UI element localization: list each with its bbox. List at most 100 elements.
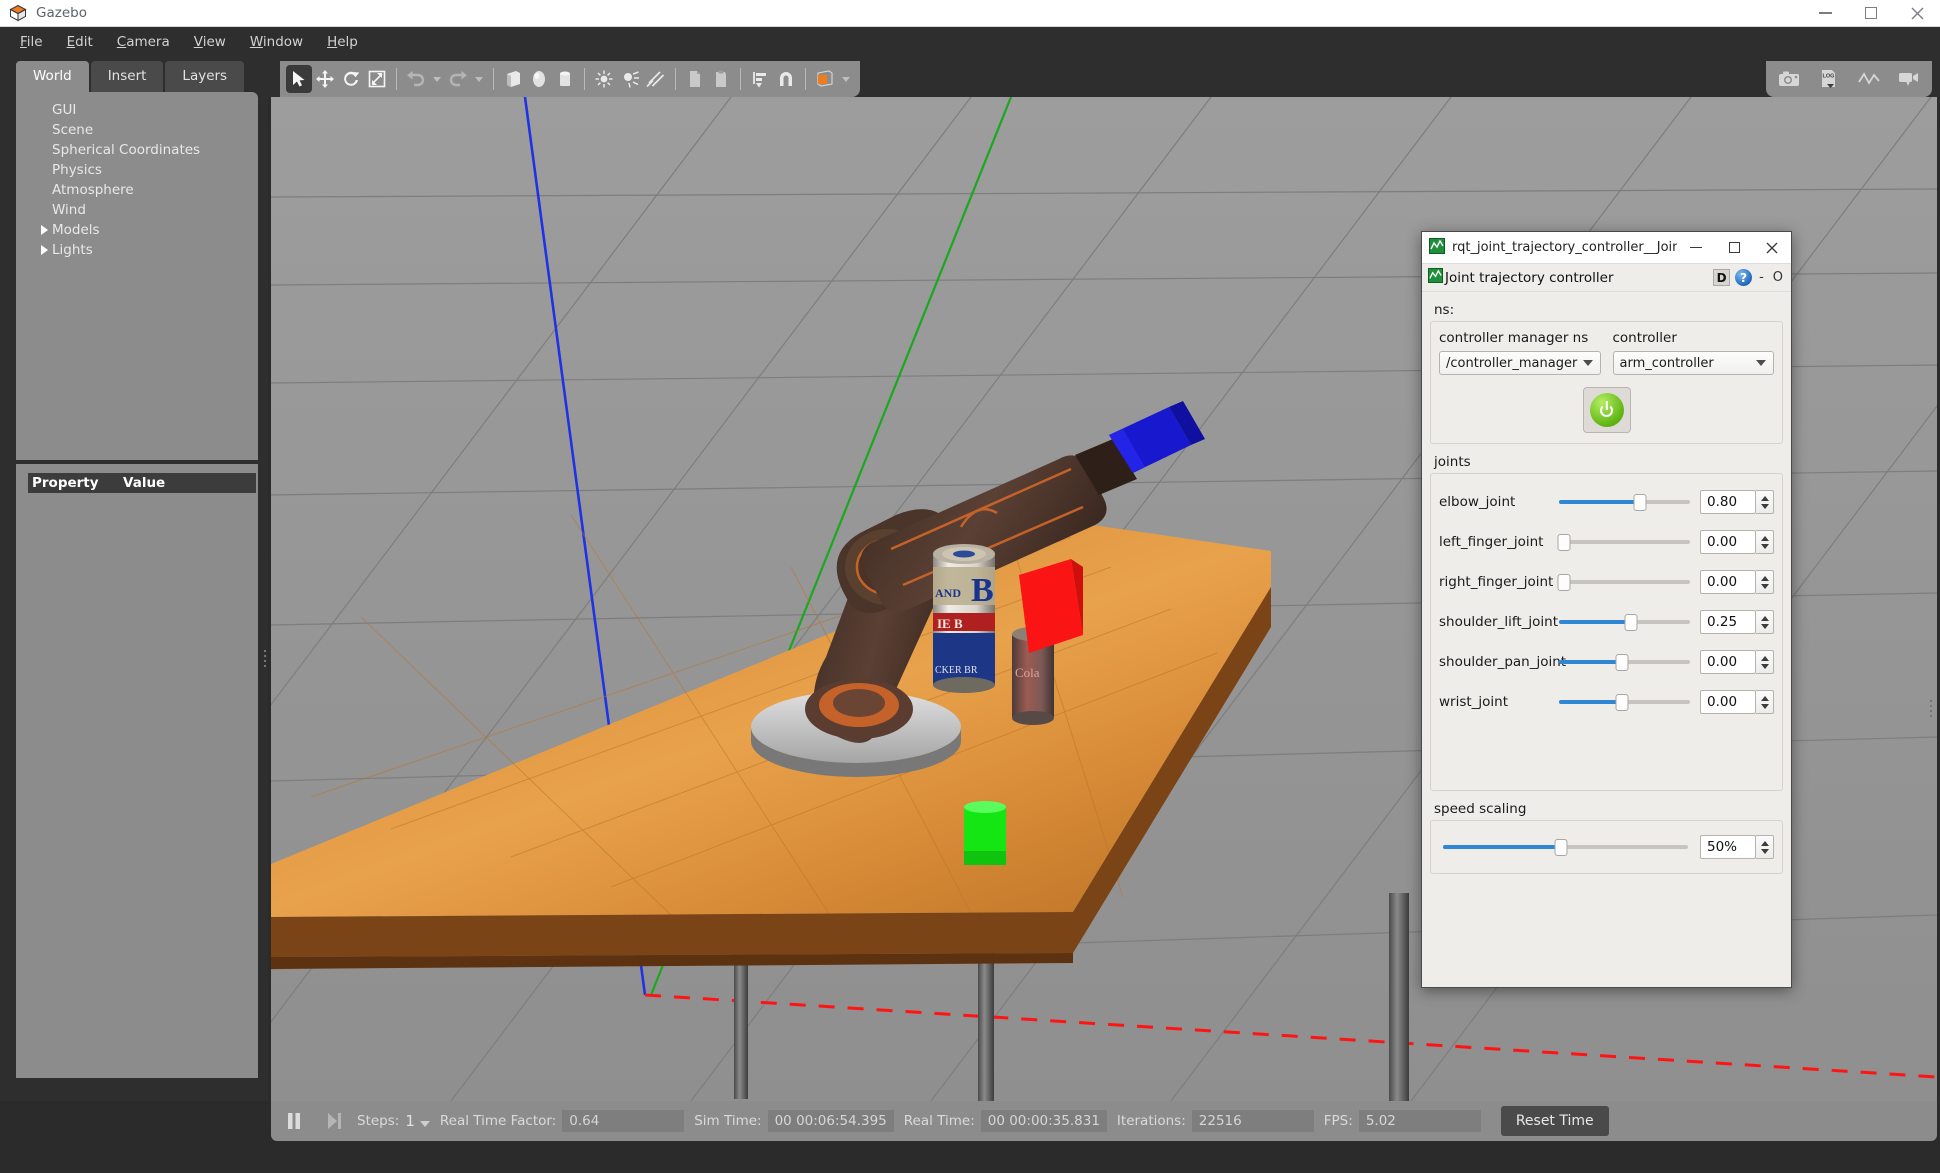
close-button[interactable] xyxy=(1894,0,1940,26)
directional-light-icon[interactable] xyxy=(643,65,669,93)
tree-item-lights[interactable]: Lights xyxy=(16,240,258,260)
spin-down-icon xyxy=(1760,623,1769,629)
spin-buttons[interactable] xyxy=(1756,490,1774,514)
vertical-splitter[interactable] xyxy=(262,647,268,671)
view-angle-icon[interactable] xyxy=(812,65,838,93)
undo-icon[interactable] xyxy=(403,65,429,93)
redo-icon[interactable] xyxy=(445,65,471,93)
reset-time-button[interactable]: Reset Time xyxy=(1500,1106,1609,1136)
steps-dropdown-icon[interactable] xyxy=(419,1120,430,1127)
spin-buttons[interactable] xyxy=(1756,570,1774,594)
rqt-minimize-plugin-button[interactable]: - xyxy=(1757,270,1766,285)
controller-manager-ns-value: /controller_manager xyxy=(1446,355,1578,371)
tree-item-models[interactable]: Models xyxy=(16,220,258,240)
screenshot-icon[interactable] xyxy=(1776,65,1802,93)
log-record-icon[interactable]: LOG xyxy=(1816,65,1842,93)
viewport-right-splitter[interactable] xyxy=(1928,697,1934,721)
tree-item-gui[interactable]: GUI xyxy=(16,100,258,120)
rqt-close-plugin-button[interactable]: O xyxy=(1771,270,1785,285)
scale-mode-icon[interactable] xyxy=(364,65,390,93)
tab-layers[interactable]: Layers xyxy=(165,61,245,92)
power-on-button[interactable] xyxy=(1582,387,1631,433)
spin-down-icon xyxy=(1760,703,1769,709)
insert-box-icon[interactable] xyxy=(500,65,526,93)
video-record-icon[interactable] xyxy=(1896,65,1922,93)
select-mode-icon[interactable] xyxy=(286,65,312,93)
controller-label: controller xyxy=(1612,330,1677,346)
joint-spinbox-left_finger_joint[interactable]: 0.00 xyxy=(1700,530,1774,554)
joint-slider-wrist_joint[interactable] xyxy=(1559,693,1690,711)
joint-slider-shoulder_pan_joint[interactable] xyxy=(1559,653,1690,671)
tree-item-physics[interactable]: Physics xyxy=(16,160,258,180)
undo-dropdown-icon[interactable] xyxy=(433,76,441,82)
speed-scaling-spinbox[interactable]: 50% xyxy=(1700,835,1774,859)
rqt-minimize-button[interactable] xyxy=(1677,232,1715,263)
speed-scaling-slider[interactable] xyxy=(1443,838,1688,856)
svg-text:LOG: LOG xyxy=(1823,74,1835,80)
insert-cylinder-icon[interactable] xyxy=(552,65,578,93)
steps-label: Steps: xyxy=(357,1113,400,1129)
joint-slider-right_finger_joint[interactable] xyxy=(1557,573,1690,591)
menu-camera[interactable]: Camera xyxy=(105,30,182,54)
pause-icon[interactable] xyxy=(281,1107,307,1135)
controller-select[interactable]: arm_controller xyxy=(1612,351,1774,375)
joint-label: shoulder_pan_joint xyxy=(1439,654,1567,670)
menu-edit[interactable]: Edit xyxy=(55,30,105,54)
spin-buttons[interactable] xyxy=(1756,610,1774,634)
snap-icon[interactable] xyxy=(773,65,799,93)
beer-can: B AND IE B CKER BR xyxy=(933,544,995,693)
minimize-button[interactable] xyxy=(1802,0,1848,26)
controller-manager-ns-select[interactable]: /controller_manager xyxy=(1439,351,1601,375)
align-icon[interactable] xyxy=(747,65,773,93)
tree-item-scene[interactable]: Scene xyxy=(16,120,258,140)
joint-spinbox-shoulder_lift_joint[interactable]: 0.25 xyxy=(1700,610,1774,634)
joint-value: 0.00 xyxy=(1700,570,1756,594)
spin-buttons[interactable] xyxy=(1756,530,1774,554)
menu-window[interactable]: Window xyxy=(238,30,315,54)
joint-spinbox-wrist_joint[interactable]: 0.00 xyxy=(1700,690,1774,714)
joint-slider-shoulder_lift_joint[interactable] xyxy=(1559,613,1690,631)
spin-buttons[interactable] xyxy=(1756,650,1774,674)
spin-down-icon xyxy=(1760,583,1769,589)
dock-button[interactable]: D xyxy=(1713,269,1731,286)
joint-spinbox-elbow_joint[interactable]: 0.80 xyxy=(1700,490,1774,514)
chevron-right-icon[interactable] xyxy=(41,225,48,235)
panel-splitter-handle[interactable] xyxy=(122,467,152,482)
joint-spinbox-shoulder_pan_joint[interactable]: 0.00 xyxy=(1700,650,1774,674)
point-light-icon[interactable] xyxy=(591,65,617,93)
copy-icon[interactable] xyxy=(682,65,708,93)
joint-slider-left_finger_joint[interactable] xyxy=(1557,533,1690,551)
steps-value[interactable]: 1 xyxy=(405,1112,415,1130)
maximize-button[interactable] xyxy=(1848,0,1894,26)
step-forward-icon[interactable] xyxy=(321,1107,347,1135)
menu-help[interactable]: Help xyxy=(315,30,370,54)
rqt-maximize-button[interactable] xyxy=(1715,232,1753,263)
view-angle-dropdown-icon[interactable] xyxy=(842,76,850,82)
spin-buttons[interactable] xyxy=(1756,835,1774,859)
translate-mode-icon[interactable] xyxy=(312,65,338,93)
redo-dropdown-icon[interactable] xyxy=(475,76,483,82)
insert-sphere-icon[interactable] xyxy=(526,65,552,93)
joint-spinbox-right_finger_joint[interactable]: 0.00 xyxy=(1700,570,1774,594)
paste-icon[interactable] xyxy=(708,65,734,93)
rqt-close-button[interactable] xyxy=(1753,232,1791,263)
joint-label: shoulder_lift_joint xyxy=(1439,614,1559,630)
help-icon[interactable]: ? xyxy=(1735,269,1753,286)
tree-item-wind[interactable]: Wind xyxy=(16,200,258,220)
tab-insert[interactable]: Insert xyxy=(90,61,164,92)
spin-buttons[interactable] xyxy=(1756,690,1774,714)
rqt-titlebar[interactable]: rqt_joint_trajectory_controller__Joint..… xyxy=(1422,232,1791,264)
tab-world[interactable]: World xyxy=(16,61,89,92)
tree-item-spherical-coordinates[interactable]: Spherical Coordinates xyxy=(16,140,258,160)
rotate-mode-icon[interactable] xyxy=(338,65,364,93)
spot-light-icon[interactable] xyxy=(617,65,643,93)
fps-value: 5.02 xyxy=(1358,1110,1481,1132)
chevron-right-icon[interactable] xyxy=(41,245,48,255)
real-time-value: 00 00:00:35.831 xyxy=(980,1110,1107,1132)
tree-item-atmosphere[interactable]: Atmosphere xyxy=(16,180,258,200)
joint-slider-elbow_joint[interactable] xyxy=(1559,493,1690,511)
menu-file[interactable]: File xyxy=(8,30,55,54)
menu-view[interactable]: View xyxy=(182,30,238,54)
plot-icon[interactable] xyxy=(1856,65,1882,93)
property-panel: Property Value xyxy=(16,464,258,1078)
